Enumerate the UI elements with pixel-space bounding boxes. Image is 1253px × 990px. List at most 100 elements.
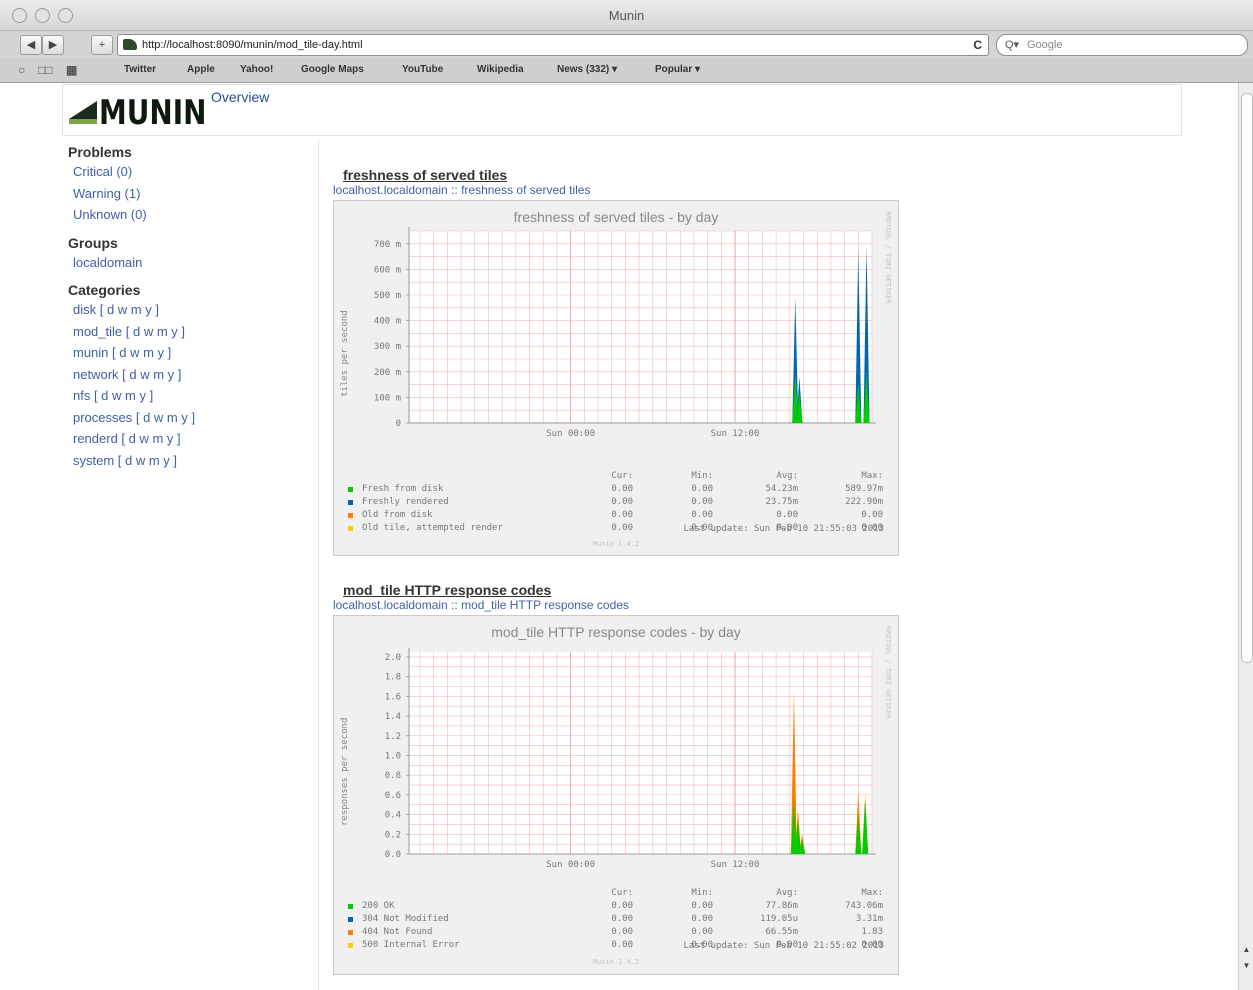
y-tick-label: 700 m	[374, 240, 401, 250]
legend-swatch	[348, 513, 353, 518]
sidebar-item-localdomain[interactable]: localdomain	[68, 255, 308, 277]
legend-column-header: Max:	[861, 888, 883, 898]
legend-row: Freshly rendered 0.00 0.00 23.75m 222.90m	[348, 497, 888, 510]
legend-value-avg: 54.23m	[765, 484, 798, 494]
chart-rrdtool-credit: RRDTOOL / TOBI OETIKER	[884, 211, 892, 304]
graph-freshness[interactable]: freshness of served tiles - by day 0 100 …	[333, 200, 899, 556]
address-bar[interactable]: http://localhost:8090/munin/mod_tile-day…	[117, 34, 989, 56]
y-tick-label: 1.2	[385, 732, 401, 742]
bookmark-popular[interactable]: Popular ▾	[655, 64, 700, 75]
legend-value-min: 0.00	[691, 914, 713, 924]
search-input[interactable]: Q▾ Google	[996, 34, 1248, 56]
address-bar-url: http://localhost:8090/munin/mod_tile-day…	[142, 39, 363, 51]
grid-icon[interactable]: ▦	[66, 63, 77, 77]
legend-swatch	[348, 930, 353, 935]
overview-link[interactable]: Overview	[211, 89, 269, 105]
bookmark-youtube[interactable]: YouTube	[402, 64, 443, 75]
add-bookmark-button[interactable]: +	[91, 35, 113, 55]
sidebar-item-warning[interactable]: Warning (1)	[68, 186, 308, 208]
y-tick-label: 1.0	[385, 751, 401, 761]
y-tick-label: 600 m	[374, 265, 401, 275]
chart-title: mod_tile HTTP response codes - by day	[491, 624, 741, 640]
bookmark-apple[interactable]: Apple	[187, 64, 215, 75]
legend-value-max: 0.00	[861, 510, 883, 520]
sidebar-item-renderd[interactable]: renderd [ d w m y ]	[68, 431, 308, 453]
reading-list-icon[interactable]: ○	[18, 63, 25, 77]
chart-last-update: Last update: Sun Feb 10 21:55:03 2013	[683, 524, 884, 534]
sidebar-item-network[interactable]: network [ d w m y ]	[68, 367, 308, 389]
y-tick-label: 0.8	[385, 771, 401, 781]
legend-value-cur: 0.00	[611, 510, 633, 520]
sidebar-item-unknown[interactable]: Unknown (0)	[68, 207, 308, 229]
bookmark-wikipedia[interactable]: Wikipedia	[477, 64, 524, 75]
bookmark-twitter[interactable]: Twitter	[124, 64, 156, 75]
chart-last-update: Last update: Sun Feb 10 21:55:02 2013	[683, 941, 884, 951]
scroll-up-icon[interactable]: ▲	[1239, 945, 1253, 954]
legend-value-avg: 119.05u	[760, 914, 798, 924]
munin-logo-text: MUNIN	[99, 93, 207, 133]
reload-icon[interactable]: C	[973, 35, 982, 55]
forward-button[interactable]: ▶	[42, 35, 64, 55]
plot-area	[409, 652, 872, 854]
legend-swatch	[348, 500, 353, 505]
legend-value-max: 589.97m	[845, 484, 883, 494]
graph-http-codes-heading[interactable]: mod_tile HTTP response codes	[343, 582, 899, 598]
legend-value-avg: 66.55m	[765, 927, 798, 937]
legend-value-cur: 0.00	[611, 914, 633, 924]
graph-freshness-breadcrumb[interactable]: localhost.localdomain :: freshness of se…	[333, 183, 899, 197]
problems-heading: Problems	[68, 144, 132, 160]
sidebar-item-mod-tile[interactable]: mod_tile [ d w m y ]	[68, 324, 308, 346]
sidebar-item-munin[interactable]: munin [ d w m y ]	[68, 345, 308, 367]
legend-value-cur: 0.00	[611, 901, 633, 911]
graph-freshness-block: freshness of served tiles localhost.loca…	[333, 167, 899, 556]
legend-column-header: Min:	[691, 888, 713, 898]
legend-swatch	[348, 917, 353, 922]
legend-row: 200 OK 0.00 0.00 77.86m 743.06m	[348, 901, 888, 914]
graph-freshness-heading[interactable]: freshness of served tiles	[343, 167, 899, 183]
graph-http-codes[interactable]: mod_tile HTTP response codes - by day 0.…	[333, 615, 899, 975]
legend-column-header: Min:	[691, 471, 713, 481]
y-tick-label: 500 m	[374, 291, 401, 301]
sidebar-item-nfs[interactable]: nfs [ d w m y ]	[68, 388, 308, 410]
sidebar-item-critical[interactable]: Critical (0)	[68, 164, 308, 186]
bookmark-news[interactable]: News (332) ▾	[557, 64, 617, 75]
legend-column-header: Avg:	[776, 471, 798, 481]
legend-column-header: Max:	[861, 471, 883, 481]
legend-value-max: 3.31m	[855, 914, 883, 924]
legend-value-cur: 0.00	[611, 523, 633, 533]
bookmark-yahoo[interactable]: Yahoo!	[240, 64, 273, 75]
plot-area	[409, 231, 872, 423]
legend-header-row: Cur: Min: Avg: Max:	[348, 471, 888, 484]
x-tick-label: Sun 12:00	[711, 429, 760, 439]
open-book-icon[interactable]: □□	[38, 63, 53, 77]
vertical-scrollbar[interactable]: ▲ ▼	[1238, 83, 1253, 990]
bookmark-google-maps[interactable]: Google Maps	[301, 64, 364, 75]
legend-swatch	[348, 526, 353, 531]
legend-column-header: Cur:	[611, 888, 633, 898]
chart-version: Munin 1.4.2	[592, 958, 640, 966]
chart-ylabel: tiles per second	[340, 310, 350, 397]
legend-row: 404 Not Found 0.00 0.00 66.55m 1.83	[348, 927, 888, 940]
window-title: Munin	[608, 8, 645, 23]
sidebar-item-disk[interactable]: disk [ d w m y ]	[68, 302, 308, 324]
scroll-down-icon[interactable]: ▼	[1239, 961, 1253, 970]
legend-value-min: 0.00	[691, 927, 713, 937]
legend-header-row: Cur: Min: Avg: Max:	[348, 888, 888, 901]
legend-value-min: 0.00	[691, 510, 713, 520]
y-tick-label: 1.6	[385, 692, 401, 702]
chart-ylabel: responses per second	[340, 717, 350, 826]
back-button[interactable]: ◀	[20, 35, 42, 55]
legend-value-min: 0.00	[691, 901, 713, 911]
window-titlebar: Munin	[0, 0, 1253, 31]
legend-value-cur: 0.00	[611, 484, 633, 494]
legend-series-name: Freshly rendered	[362, 497, 449, 507]
munin-leaf-icon	[69, 101, 97, 119]
scrollbar-thumb[interactable]	[1241, 93, 1253, 663]
y-tick-label: 0.4	[385, 811, 401, 821]
legend-swatch	[348, 904, 353, 909]
sidebar-item-system[interactable]: system [ d w m y ]	[68, 453, 308, 475]
sidebar-item-processes[interactable]: processes [ d w m y ]	[68, 410, 308, 432]
munin-logo[interactable]: MUNIN	[69, 93, 207, 133]
bookmarks-bar: ○ □□ ▦ Twitter Apple Yahoo! Google Maps …	[0, 58, 1253, 83]
graph-http-codes-breadcrumb[interactable]: localhost.localdomain :: mod_tile HTTP r…	[333, 598, 899, 612]
